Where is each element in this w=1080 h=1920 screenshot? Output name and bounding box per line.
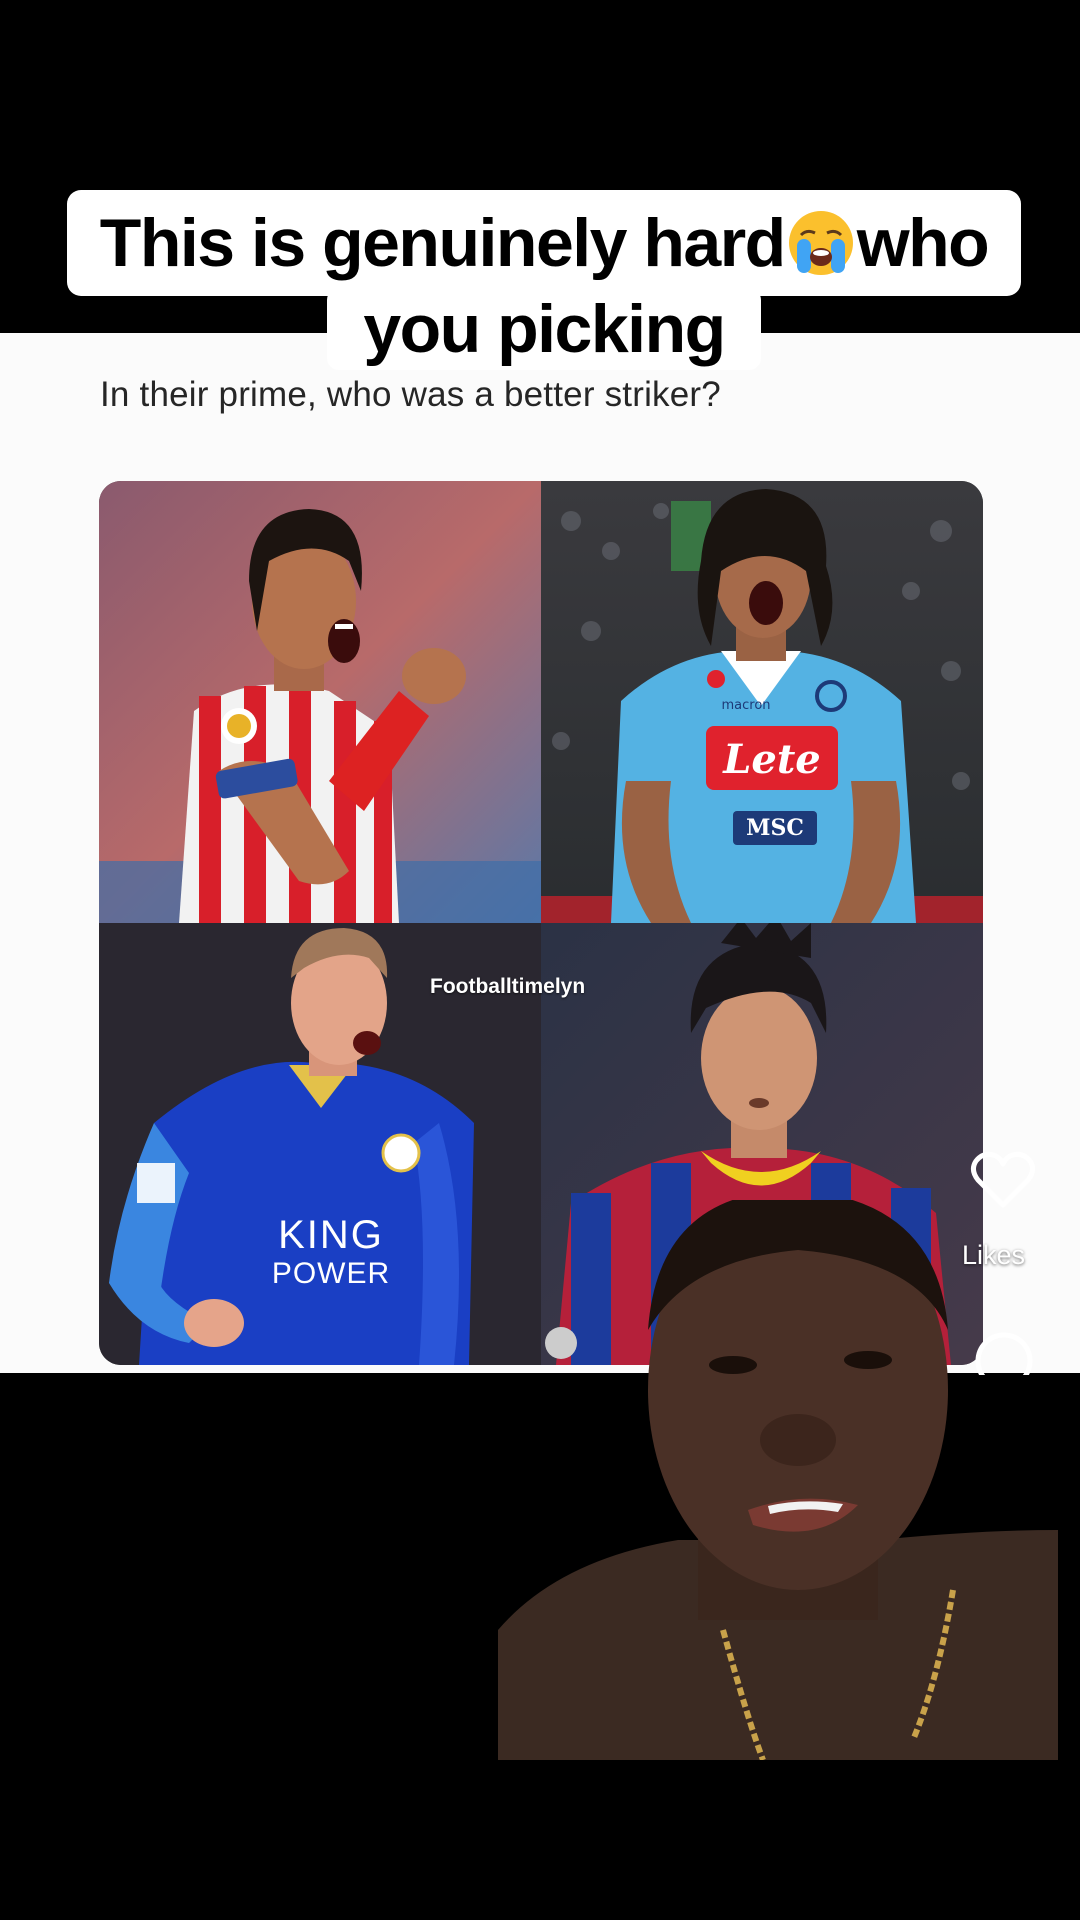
- heart-outline-icon: [970, 1151, 1036, 1208]
- player-photo-1: [99, 481, 541, 923]
- crying-face-emoji-icon: [788, 211, 853, 275]
- like-button[interactable]: [970, 1150, 1036, 1210]
- svg-text:Lete: Lete: [722, 736, 821, 783]
- player-photo-2: Lete MSC macron: [541, 481, 983, 923]
- svg-text:POWER: POWER: [272, 1257, 390, 1290]
- likes-label: Likes: [962, 1240, 1026, 1270]
- comment-bubble-icon: [975, 1332, 1033, 1375]
- comment-button[interactable]: [972, 1325, 1036, 1375]
- svg-text:MSC: MSC: [746, 815, 804, 841]
- caption-line-2: you picking: [327, 288, 761, 370]
- caption-line-1: This is genuinely hard who: [67, 190, 1021, 296]
- svg-text:macron: macron: [721, 698, 770, 713]
- post-question-text: In their prime, who was a better striker…: [100, 375, 721, 414]
- caption-text-part-2: who: [856, 205, 990, 281]
- caption-text-part-1: This is genuinely hard: [99, 205, 786, 281]
- collage-watermark: Footballtimelyn: [430, 975, 586, 998]
- caption-text-line-2: you picking: [363, 291, 726, 367]
- svg-text:KING: KING: [278, 1213, 384, 1257]
- webcam-person-overlay: [498, 1190, 1058, 1762]
